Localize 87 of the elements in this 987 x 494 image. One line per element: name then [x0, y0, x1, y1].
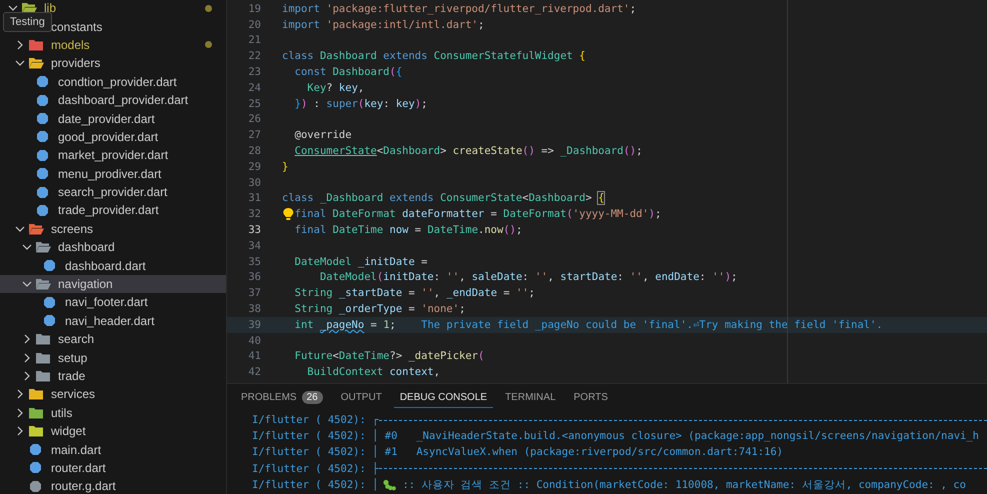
line-number: 30	[247, 176, 261, 189]
tree-item[interactable]: screens	[51, 222, 94, 236]
code-line: int _pageNo = 1;	[294, 318, 396, 331]
code-line: Future<DateTime?> _datePicker(	[294, 350, 484, 362]
line-number: 23	[247, 66, 261, 78]
inline-diagnostic: The private field _pageNo could be 'final'.⏎Try making the field 'final'.	[421, 318, 883, 331]
panel-tab[interactable]: PORTS	[568, 388, 614, 408]
code-line: }) : super(key: key);	[294, 98, 428, 110]
console-line: I/flutter ( 4502): │ #1 AsyncValueX.when (package:riverpod/src/common.dart:741:16)	[252, 446, 784, 458]
tree-item[interactable]: router.g.dart	[51, 479, 116, 494]
tree-item[interactable]: condtion_provider.dart	[58, 74, 177, 89]
line-number: 19	[247, 2, 261, 15]
tree-item[interactable]: menu_prodiver.dart	[58, 166, 162, 181]
code-line: final DateFormat dateFormatter = DateFormat('yyyy-MM-dd');	[294, 208, 662, 220]
line-number: 34	[247, 240, 261, 252]
tree-item[interactable]: setup	[58, 350, 88, 365]
tree-item[interactable]: search	[58, 332, 94, 346]
console-line: I/flutter ( 4502): │ #0 _NaviHeaderState.build.<anonymous closure> (package:app_nongsil/screens/navigation/navi_h	[252, 430, 979, 442]
tree-item[interactable]: router.dart	[51, 460, 106, 475]
tree-item[interactable]: utils	[51, 406, 72, 420]
tree-item[interactable]: dashboard.dart	[65, 258, 146, 273]
tree-item[interactable]: market_provider.dart	[58, 148, 168, 162]
code-line: String _orderType = 'none';	[294, 303, 466, 316]
line-number: 21	[247, 34, 261, 46]
line-number: 33	[247, 224, 261, 236]
line-number: 28	[247, 145, 261, 158]
code-line: ConsumerState<Dashboard> createState() => _Dashboard();	[294, 145, 642, 158]
line-number: 24	[247, 82, 261, 94]
tree-item[interactable]: providers	[51, 56, 100, 70]
line-number: 40	[247, 334, 261, 347]
tree-item[interactable]: trade_provider.dart	[58, 203, 159, 218]
tree-item[interactable]: dashboard	[58, 240, 115, 254]
line-number: 42	[247, 366, 261, 378]
count-badge: 26	[302, 391, 323, 404]
line-number: 38	[247, 303, 261, 316]
code-line: @override	[294, 129, 352, 142]
code-line: String _startDate = '', _endDate = '';	[294, 287, 535, 300]
code-line: const Dashboard({	[294, 66, 402, 78]
console-prefix: I/flutter ( 4502): │	[252, 478, 378, 491]
tree-item[interactable]: dashboard_provider.dart	[58, 93, 188, 108]
tooltip: Testing	[3, 12, 52, 32]
console-message: :: 사용자 검색 조건 :: Condition(marketCode: 110008, marketName: 서울강서, companyCode: , co	[402, 478, 966, 492]
panel-tab[interactable]: OUTPUT	[334, 388, 388, 408]
code-line: DateModel(initDate: '', saleDate: '', startDate: '', endDate: '');	[318, 271, 738, 284]
line-number: 32	[247, 208, 261, 220]
modified-dot	[205, 4, 212, 12]
line-number: 22	[247, 50, 261, 62]
console-line: I/flutter ( 4502): ├	[252, 462, 378, 475]
panel-tab[interactable]: TERMINAL	[499, 388, 562, 408]
line-number: 37	[247, 287, 261, 300]
code-line: }	[282, 160, 288, 173]
code-line: BuildContext context,	[306, 366, 440, 378]
line-number: 27	[247, 129, 261, 142]
line-number: 29	[247, 160, 261, 173]
tree-item[interactable]: good_provider.dart	[58, 130, 158, 144]
tree-item[interactable]: services	[51, 387, 96, 402]
line-number: 26	[247, 113, 261, 126]
console-line: I/flutter ( 4502): ┌	[252, 414, 378, 426]
tree-item[interactable]: trade	[58, 369, 86, 383]
caterpillar-icon	[383, 478, 398, 491]
code-line: DateModel _initDate =	[294, 256, 428, 268]
lightbulb-icon[interactable]	[282, 207, 295, 222]
code-line: class Dashboard extends ConsumerStatefulWidget {	[282, 50, 586, 62]
tree-item[interactable]: navi_footer.dart	[65, 295, 148, 310]
tree-item[interactable]: navigation	[58, 277, 113, 292]
panel-tab[interactable]: DEBUG CONSOLE	[394, 388, 494, 408]
tree-item[interactable]: search_provider.dart	[58, 185, 168, 200]
panel-tab[interactable]: PROBLEMS 26	[235, 387, 329, 409]
line-number: 39	[247, 318, 261, 331]
tree-item[interactable]: main.dart	[51, 442, 102, 457]
code-line: import 'package:flutter_riverpod/flutter_riverpod.dart';	[282, 2, 636, 15]
line-number: 35	[247, 256, 261, 268]
line-number: 31	[247, 192, 261, 204]
line-number: 25	[247, 98, 261, 110]
tree-item[interactable]: constants	[51, 20, 102, 34]
tree-item[interactable]: models	[51, 38, 90, 52]
tree-item[interactable]: date_provider.dart	[58, 112, 155, 126]
code-line: import 'package:intl/intl.dart';	[282, 18, 484, 31]
tree-item[interactable]: widget	[51, 424, 86, 438]
code-line: final DateTime now = DateTime.now();	[294, 224, 522, 236]
code-line: class _Dashboard extends ConsumerState<Dashboard> {	[282, 192, 604, 204]
modified-dot	[205, 41, 212, 48]
line-number: 20	[247, 18, 261, 31]
line-number: 41	[247, 350, 261, 362]
tree-item[interactable]: navi_header.dart	[65, 314, 154, 328]
code-line: Key? key,	[306, 82, 364, 94]
line-number: 36	[247, 271, 261, 284]
